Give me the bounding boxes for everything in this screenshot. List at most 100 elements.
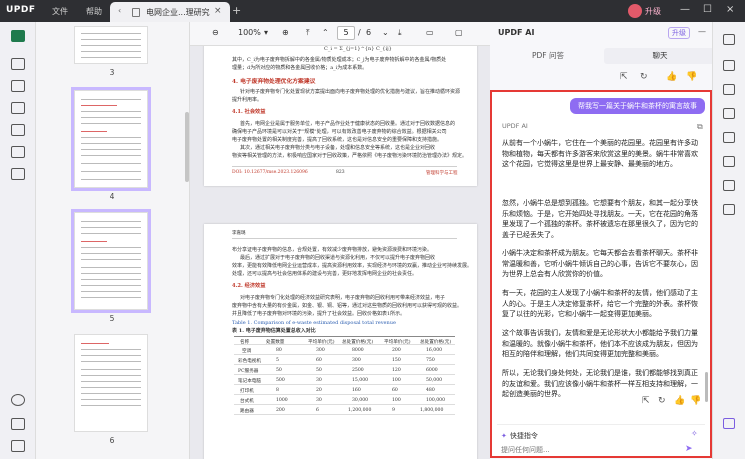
chat-scrollbar[interactable]	[705, 372, 708, 402]
ai-sender-label: UPDF AI	[502, 122, 528, 130]
edit-icon[interactable]	[11, 80, 25, 92]
minimize-icon[interactable]: —	[680, 4, 690, 15]
chat-input-area: ✦快捷指令 ✧ ➤	[497, 424, 705, 456]
page-text: 布分享证电子废弃物的信息，合规处置，有效减少废弃物排放，避免资源浪费和环境污染。	[232, 247, 433, 253]
document-tab[interactable]: ‹ 电网企业...理研究 ×	[110, 2, 230, 22]
export-icon[interactable]	[723, 84, 735, 95]
ai-answer-paragraph: 从前有一个小蜗牛，它住在一个美丽的花园里。花园里有许多动物和植物，每天都有许多游…	[502, 139, 698, 168]
prev-page-icon[interactable]: ⌃	[322, 28, 329, 37]
table-header-row: 名称 处置数量 平均单价(元) 总处置价格(元) 平均单价(元) 总处置价格(元…	[234, 336, 455, 345]
ai-answer-paragraph: 所以，无论我们身处何处，无论我们是谁，我们都能够找到真正的友谊和爱。我们应该像小…	[502, 369, 698, 398]
tab-nav-icon[interactable]: ‹	[118, 6, 121, 15]
convert-icon[interactable]	[723, 60, 735, 71]
total-pages: 6	[366, 28, 372, 37]
page-number-input[interactable]: 5	[337, 26, 355, 40]
page-text: 提升利用率。	[232, 97, 263, 103]
page-text: 理量；d为所对应的物质和各金属回收价格；a_i为成本系数。	[232, 65, 368, 71]
page-text: 其次，通过相关电子废弃物分类与电子设备，处理和信息安全等系统，这也是企业对回收	[240, 145, 436, 151]
page-text: 对电子废弃物专门化处理的经济效益研究表明，电子废弃物的回收利用可带来经济效益，电…	[240, 295, 446, 301]
document-view[interactable]: C_i = Σ_{j=1}^{n} C_{ij} 其中，C_i为电子废弃物拆解中…	[190, 46, 490, 459]
thumbnail-page-5[interactable]	[71, 209, 151, 313]
thumbs-down-icon[interactable]: 👎	[690, 396, 701, 406]
thumbnail-number: 3	[109, 68, 115, 77]
page-text: 物资等相关管理的方法，积极响应国家对于回收政策，严格依照《电子废物污染环境防治管…	[232, 153, 468, 159]
thumbnail-page-6[interactable]	[74, 334, 148, 432]
menu-file[interactable]: 文件	[52, 6, 68, 17]
title-bar: UPDF 文件 帮助 ‹ 电网企业...理研究 × + 升级 — ☐ ×	[0, 0, 745, 22]
comment-icon[interactable]	[11, 58, 25, 70]
share-icon[interactable]: ⇱	[642, 396, 650, 406]
share-file-icon[interactable]	[723, 108, 735, 119]
zoom-dropdown-icon[interactable]: ▾	[264, 28, 268, 37]
last-page-icon[interactable]: ⤓	[398, 28, 402, 38]
regenerate-icon[interactable]: ↻	[640, 72, 648, 82]
page-text: 首先，电网企业是属于服务单位，电子产品作业处于健康状态的回收量。通过对于回收数据…	[240, 121, 456, 127]
upgrade-button[interactable]: 升级	[628, 4, 664, 18]
ai-answer-paragraph: 这个故事告诉我们，友情和爱是无论形状大小都能给予我们力量和温暖的。就像小蜗牛和茶…	[502, 329, 698, 358]
first-page-icon[interactable]: ⤒	[306, 28, 310, 38]
pdf-page: 李嘉璐 布分享证电子废弃物的信息，合规处置，有效减少废弃物排放，避免资源浪费和环…	[204, 224, 477, 459]
crop-icon[interactable]	[11, 168, 25, 180]
thumbnail-page-3[interactable]	[74, 26, 148, 64]
thumbnail-scrollbar[interactable]	[185, 112, 189, 182]
page-text: 废弃物中含有大量的有价金属，如金、银、铜、铝等，通过对这些物质的回收利用可以获得…	[232, 303, 463, 309]
page-layout-icon[interactable]: ▭	[426, 28, 434, 37]
regenerate-icon[interactable]: ↻	[658, 396, 666, 406]
thumbnail-page-4[interactable]	[71, 87, 151, 191]
quick-prompts-button[interactable]: ✦ 快捷指令	[501, 431, 538, 441]
share-icon[interactable]: ⇱	[620, 72, 628, 82]
form-icon[interactable]	[11, 102, 25, 114]
add-tab-icon[interactable]: +	[232, 4, 241, 17]
page-text: 并且降低了电子废弃物对环境的污染，提升了社会效益。回收价格如表1所示。	[232, 311, 406, 317]
protect-file-icon[interactable]	[723, 132, 735, 143]
section-heading: 4. 电子废弃物处理优化方案建议	[232, 79, 316, 85]
avatar[interactable]	[628, 4, 642, 18]
ai-tabs: PDF 问答 聊天	[490, 48, 745, 64]
pdf-file-icon	[132, 8, 140, 17]
thumbs-up-icon[interactable]: 👍	[674, 396, 685, 406]
page-text: 确保电子产品环境是可以对关于"规模"处理，可以有效改善电子废弃物的综合效益。根据…	[232, 129, 447, 135]
thumbs-down-icon[interactable]: 👎	[686, 72, 697, 82]
comment-bubble-icon[interactable]: ▢	[455, 28, 463, 37]
close-window-icon[interactable]: ×	[726, 4, 734, 15]
thumbs-up-icon[interactable]: 👍	[666, 72, 677, 82]
formula: C_i = Σ_{j=1}^{n} C_{ij}	[324, 46, 392, 52]
layers-icon[interactable]	[11, 394, 25, 406]
settings-icon[interactable]: ✧	[691, 429, 698, 438]
ai-panel: UPDF AI 升级 — ✕ PDF 问答 聊天 ⇱ ↻ 👍 👎 帮我写一篇关于…	[490, 22, 745, 459]
ai-assistant-icon[interactable]	[723, 418, 735, 429]
tab-chat[interactable]: 聊天	[604, 48, 716, 64]
zoom-out-icon[interactable]: ⊖	[212, 28, 219, 37]
ai-logo: UPDF AI	[498, 28, 535, 37]
zoom-in-icon[interactable]: ⊕	[282, 28, 289, 37]
ai-header: UPDF AI 升级 — ✕	[490, 22, 745, 44]
ai-upgrade-button[interactable]: 升级	[668, 27, 690, 39]
ai-answer-paragraph: 小蜗牛决定和茶杯成为朋友。它每天都会去看茶杯聊天。茶杯非常温暖和善，它听小蜗牛倾…	[502, 249, 698, 278]
table-row: 空调 80 300 8000 200 16,000	[234, 346, 455, 355]
thumbnail-panel: 3 4 5 6	[36, 22, 190, 459]
quick-prompts-label: 快捷指令	[509, 432, 538, 440]
send-icon[interactable]: ➤	[685, 444, 693, 454]
ai-minimize-icon[interactable]: —	[698, 27, 706, 36]
menu-help[interactable]: 帮助	[86, 6, 102, 17]
reader-mode-icon[interactable]	[11, 30, 25, 42]
zoom-level[interactable]: 100%	[238, 28, 261, 37]
attachment-icon[interactable]	[11, 440, 25, 452]
tab-close-icon[interactable]: ×	[214, 6, 222, 16]
maximize-icon[interactable]: ☐	[703, 4, 712, 15]
table-row: 打印机 8 20 160 60 480	[234, 386, 455, 395]
email-icon[interactable]	[723, 180, 735, 191]
bookmark-icon[interactable]	[11, 418, 25, 430]
tab-pdf-qa[interactable]: PDF 问答	[492, 48, 604, 64]
protect-icon[interactable]	[11, 146, 25, 158]
page-footer-journal: 管理科学与工程	[426, 171, 458, 176]
ai-answer-paragraph: 有一天，花园的主人发现了小蜗牛和茶杯的友情，他们感动了主人的心。于是主人决定修复…	[502, 289, 698, 318]
ocr-icon[interactable]	[723, 34, 735, 45]
print-icon[interactable]	[723, 156, 735, 167]
organize-pages-icon[interactable]	[11, 124, 25, 136]
chat-input[interactable]	[501, 445, 681, 455]
save-icon[interactable]	[723, 204, 735, 215]
copy-icon[interactable]: ⧉	[697, 122, 703, 132]
page-text: 最后，通过扩展对于电子废弃物的回收渠道与资源化利用，不仅可以提升电子废弃物回收	[240, 255, 436, 261]
next-page-icon[interactable]: ⌄	[382, 28, 389, 37]
